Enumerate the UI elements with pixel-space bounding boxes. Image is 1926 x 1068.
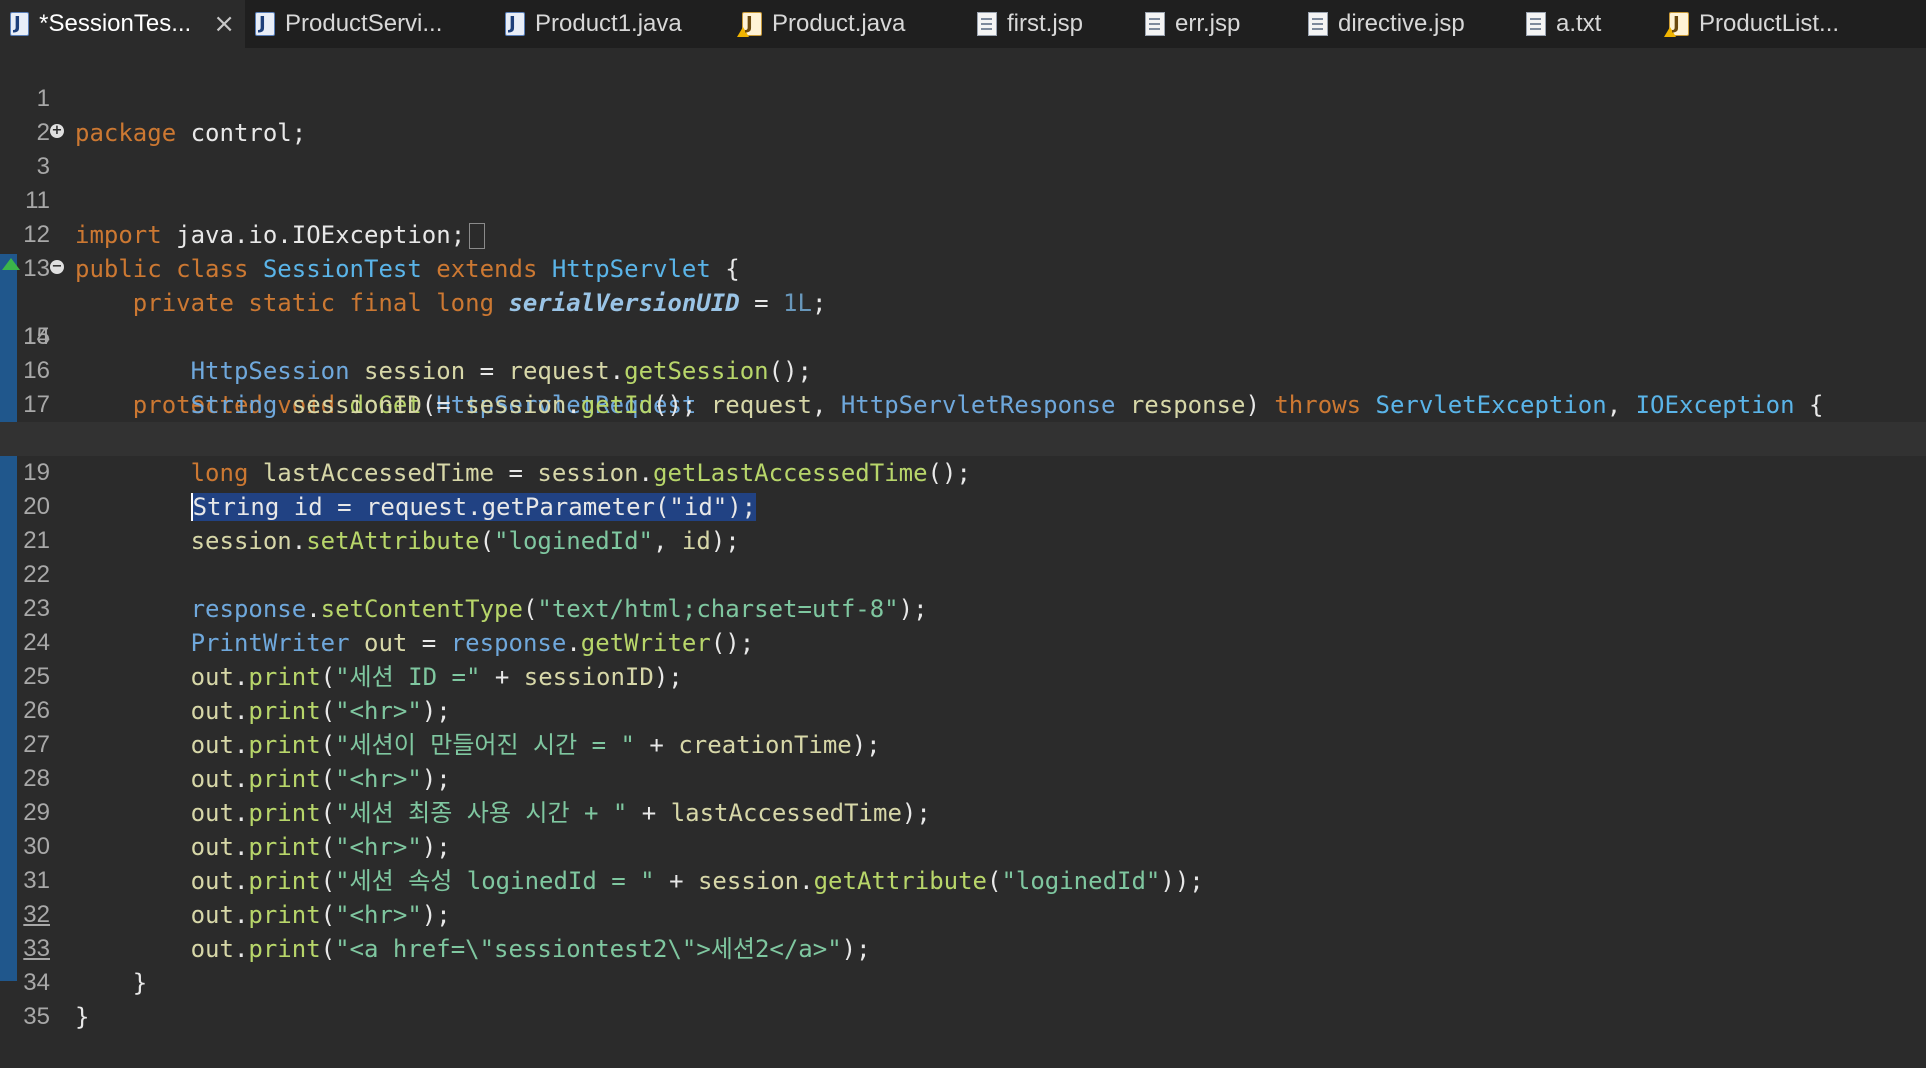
line-number: 35 [23,1003,50,1030]
code-line[interactable]: 25 out.print("<hr>"); [0,626,1926,725]
java-file-icon [10,12,30,36]
code-line[interactable]: 29 out.print("<hr>"); [0,762,1926,861]
tab-label: directive.jsp [1338,10,1465,37]
code-line[interactable]: 17 long creationTime = session.getCreati… [0,354,1926,453]
tab-label: *SessionTes... [39,10,192,37]
code-line[interactable]: 11 [0,150,1926,214]
tab-err-jsp[interactable]: err.jsp [1135,0,1298,48]
code-line[interactable]: 15 HttpSession session = request.getSess… [0,286,1926,385]
jsp-file-icon [1145,12,1165,36]
code-line[interactable]: 24 out.print("세션 ID =" + sessionID); [0,592,1926,691]
tab-label: Product.java [772,10,906,37]
java-file-warning-icon [1664,12,1689,37]
java-file-warning-icon [737,12,762,37]
tab-product[interactable]: Product.java [732,0,967,48]
tab-directive-jsp[interactable]: directive.jsp [1298,0,1516,48]
tab-sessiontest[interactable]: *SessionTes... × [0,0,245,48]
code-line[interactable]: 18 long lastAccessedTime = session.getLa… [0,388,1926,487]
code-line[interactable]: 2 [0,82,1926,146]
tab-a-txt[interactable]: a.txt [1516,0,1659,48]
code-line[interactable]: 31 out.print("<hr>"); [0,830,1926,929]
tab-label: err.jsp [1175,10,1241,37]
tab-productservice[interactable]: ProductServi... [245,0,495,48]
java-file-icon [505,12,525,36]
tab-label: first.jsp [1007,10,1084,37]
editor-tab-bar: *SessionTes... × ProductServi... Product… [0,0,1926,49]
code-line-current[interactable]: 19 String id = request.getParameter("id"… [0,422,1926,521]
code-line[interactable]: 27 out.print("<hr>"); [0,694,1926,793]
code-line[interactable]: 33 } [0,898,1926,997]
code-line[interactable]: 3 + import java.io.IOException; [0,116,1926,249]
code-line[interactable]: 16 String sessionID = session.getId(); [0,320,1926,419]
close-icon[interactable]: × [213,9,235,39]
code-line[interactable]: 1 package control; [0,48,1926,147]
override-marker-icon[interactable] [2,258,20,270]
code-editor[interactable]: 1 package control; 2 3 + import java.io.… [0,48,1926,1031]
code-line[interactable]: 30 out.print("세션 속성 loginedId = " + sess… [0,796,1926,895]
jsp-file-icon [1308,12,1328,36]
code-line[interactable]: 28 out.print("세션 최종 사용 시간 + " + lastAcce… [0,728,1926,827]
code-line[interactable]: 14 − protected void doGet(HttpServletReq… [0,252,1926,419]
tab-label: Product1.java [535,10,682,37]
code-line[interactable]: 20 session.setAttribute("loginedId", id)… [0,456,1926,555]
tab-label: a.txt [1556,10,1602,37]
code-line[interactable]: 23 PrintWriter out = response.getWriter(… [0,558,1926,657]
code-line[interactable]: 35 [0,966,1926,1030]
tab-product1[interactable]: Product1.java [495,0,732,48]
code-line[interactable]: 32 out.print("<a href=\"sessiontest2\">세… [0,864,1926,963]
code-line[interactable]: 22 response.setContentType("text/html;ch… [0,524,1926,623]
tab-first-jsp[interactable]: first.jsp [967,0,1135,48]
tab-label: ProductList... [1699,10,1840,37]
java-file-icon [255,12,275,36]
tab-productlist[interactable]: ProductList... [1659,0,1859,48]
expand-fold-icon[interactable]: + [50,124,64,138]
tab-label: ProductServi... [285,10,443,37]
text-file-icon [1526,12,1546,36]
code-line[interactable]: 21 [0,490,1926,554]
code-line[interactable]: 13 private static final long serialVersi… [0,218,1926,317]
jsp-file-icon [977,12,997,36]
code-line[interactable]: 26 out.print("세션이 만들어진 시간 = " + creation… [0,660,1926,759]
code-line[interactable]: 34 } [0,932,1926,1031]
code-line[interactable]: 12 public class SessionTest extends Http… [0,184,1926,283]
collapse-fold-icon[interactable]: − [50,260,64,274]
